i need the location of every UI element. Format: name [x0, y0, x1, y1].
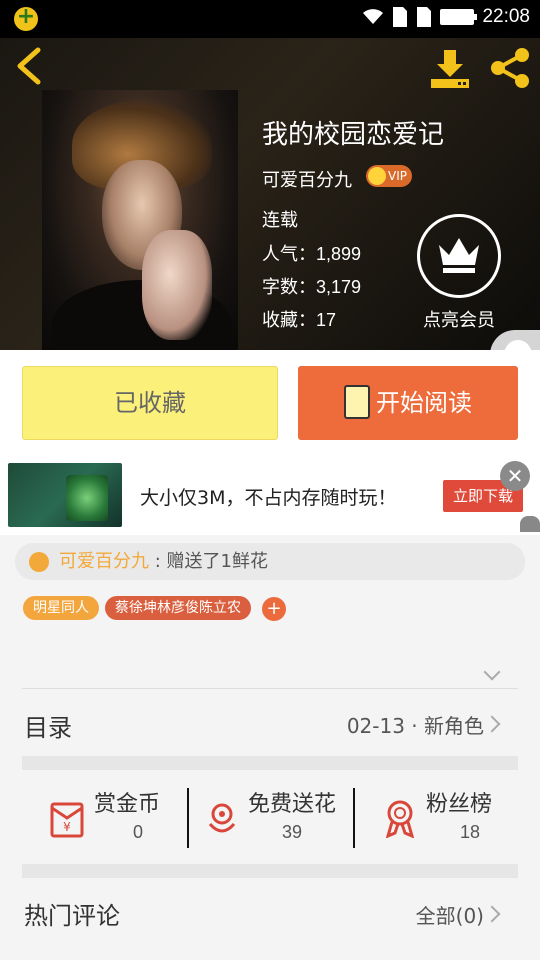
tag-item[interactable]: 蔡徐坤林彦俊陈立农	[105, 596, 251, 620]
gift-user[interactable]: 可爱百分九	[59, 551, 149, 572]
share-icon[interactable]	[488, 46, 532, 90]
wifi-icon	[363, 9, 384, 24]
word-count: 字数：3,179	[262, 277, 362, 298]
book-cover[interactable]	[42, 90, 238, 350]
chevron-right-icon[interactable]	[483, 715, 501, 733]
chevron-right-icon[interactable]	[483, 905, 501, 923]
status-bar: 22:08	[0, 0, 540, 38]
member-label[interactable]: 点亮会员	[423, 306, 495, 332]
clock: 22:08	[482, 6, 530, 27]
member-button[interactable]	[417, 214, 501, 298]
add-tag-button[interactable]: +	[262, 597, 286, 621]
moon-icon	[29, 552, 49, 572]
svg-text:¥: ¥	[63, 820, 71, 834]
ad-banner[interactable]: 大小仅3M，不占内存随时玩！ 立即下载	[0, 453, 540, 535]
free-flowers[interactable]: 免费送花 39	[202, 786, 368, 850]
all-comments-link[interactable]: 全部(0)	[416, 900, 484, 929]
popularity: 人气：1,899	[262, 244, 362, 265]
expand-icon[interactable]	[483, 663, 501, 681]
ad-image[interactable]	[8, 463, 122, 527]
latest-chapter[interactable]: 02-13 · 新角色	[347, 710, 484, 739]
gift-notice: 可爱百分九 : 赠送了1鲜花	[15, 543, 525, 580]
section-divider	[22, 756, 518, 770]
medal-icon	[385, 800, 415, 838]
separator	[353, 788, 355, 848]
start-reading-button[interactable]: 开始阅读	[298, 366, 518, 440]
ad-mark-icon	[520, 516, 540, 532]
red-envelope-icon: ¥	[50, 802, 84, 838]
favorite-count: 收藏：17	[262, 310, 337, 331]
app-notification-icon	[14, 4, 38, 31]
tag-item[interactable]: 明星同人	[23, 596, 99, 620]
ad-close-icon[interactable]: ✕	[500, 461, 530, 491]
action-bar: 已收藏 开始阅读	[0, 350, 540, 453]
section-divider	[22, 864, 518, 878]
flower-icon	[208, 803, 236, 833]
vip-badge: VIP	[366, 165, 412, 187]
sim2-icon	[417, 7, 432, 27]
serial-status: 连载	[262, 210, 298, 231]
fan-rank[interactable]: 粉丝榜 18	[380, 786, 540, 850]
author-name[interactable]: 可爱百分九	[262, 166, 352, 192]
separator	[187, 788, 189, 848]
book-title: 我的校园恋爱记	[262, 120, 445, 150]
crown-icon	[439, 238, 479, 273]
hot-comments-label: 热门评论	[24, 902, 120, 930]
book-icon	[344, 385, 370, 419]
download-icon[interactable]	[428, 46, 472, 90]
divider	[22, 688, 518, 689]
reward-coins[interactable]: ¥ 赏金币 0	[48, 786, 214, 850]
back-icon[interactable]	[12, 46, 48, 86]
ad-text: 大小仅3M，不占内存随时玩！	[140, 487, 397, 509]
toc-label[interactable]: 目录	[24, 708, 72, 743]
favorited-button[interactable]: 已收藏	[22, 366, 278, 440]
sun-icon	[368, 167, 386, 185]
battery-icon	[440, 9, 478, 25]
sim-icon	[393, 7, 408, 27]
status-icons: 22:08	[362, 6, 530, 28]
book-header: 我的校园恋爱记 可爱百分九 VIP 连载 人气：1,899 字数：3,179 收…	[0, 38, 540, 350]
gift-message: : 赠送了1鲜花	[149, 551, 268, 572]
